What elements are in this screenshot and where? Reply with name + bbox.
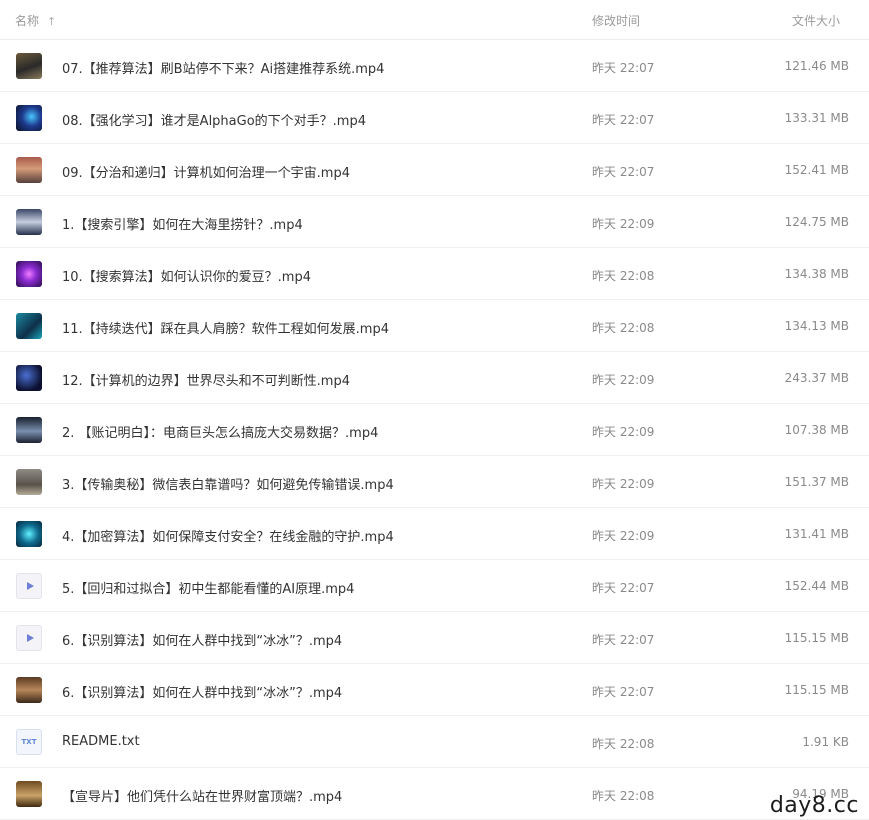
modified-time: 昨天 22:09 — [592, 477, 655, 491]
file-name[interactable]: 11.【持续迭代】踩在具人肩膀？软件工程如何发展.mp4 — [62, 318, 389, 337]
video-file-icon — [16, 625, 42, 651]
modified-time: 昨天 22:08 — [592, 269, 655, 283]
modified-time: 昨天 22:08 — [592, 789, 655, 803]
file-name[interactable]: 6.【识别算法】如何在人群中找到“冰冰”？.mp4 — [62, 682, 342, 701]
file-size: 134.38 MB — [784, 267, 849, 281]
sort-by-modified-header[interactable]: 修改时间 — [592, 12, 640, 29]
file-size: 133.31 MB — [784, 111, 849, 125]
file-name[interactable]: 6.【识别算法】如何在人群中找到“冰冰”？.mp4 — [62, 630, 342, 649]
modified-time: 昨天 22:08 — [592, 321, 655, 335]
video-thumbnail-icon — [16, 781, 42, 807]
video-thumbnail-icon — [16, 209, 42, 235]
file-row[interactable]: 07.【推荐算法】刷B站停不下来？Ai搭建推荐系统.mp4 昨天 22:07 121… — [0, 40, 869, 92]
file-row[interactable]: 11.【持续迭代】踩在具人肩膀？软件工程如何发展.mp4 昨天 22:08 134.… — [0, 300, 869, 352]
modified-time: 昨天 22:09 — [592, 425, 655, 439]
file-name[interactable]: README.txt — [62, 734, 140, 749]
file-name[interactable]: 4.【加密算法】如何保障支付安全？在线金融的守护.mp4 — [62, 526, 394, 545]
file-row[interactable]: 10.【搜索算法】如何认识你的爱豆？.mp4 昨天 22:08 134.38 MB — [0, 248, 869, 300]
file-row[interactable]: 2. 【账记明白】：电商巨头怎么搞庞大交易数据？.mp4 昨天 22:09 107.… — [0, 404, 869, 456]
modified-time: 昨天 22:09 — [592, 217, 655, 231]
modified-time: 昨天 22:07 — [592, 61, 655, 75]
file-name[interactable]: 09.【分治和递归】计算机如何治理一个宇宙.mp4 — [62, 162, 350, 181]
file-row[interactable]: TXT README.txt 昨天 22:08 1.91 KB — [0, 716, 869, 768]
video-thumbnail-icon — [16, 157, 42, 183]
modified-time: 昨天 22:07 — [592, 581, 655, 595]
file-row[interactable]: 08.【强化学习】谁才是AlphaGo的下个对手？.mp4 昨天 22:07 133… — [0, 92, 869, 144]
file-size: 115.15 MB — [784, 683, 849, 697]
modified-time: 昨天 22:09 — [592, 373, 655, 387]
file-row[interactable]: 5.【回归和过拟合】初中生都能看懂的AI原理.mp4 昨天 22:07 152.44… — [0, 560, 869, 612]
file-size: 134.13 MB — [784, 319, 849, 333]
video-thumbnail-icon — [16, 521, 42, 547]
video-thumbnail-icon — [16, 313, 42, 339]
file-name[interactable]: 12.【计算机的边界】世界尽头和不可判断性.mp4 — [62, 370, 350, 389]
file-row[interactable]: 【宣导片】他们凭什么站在世界财富顶端？.mp4 昨天 22:08 94.19 MB — [0, 768, 869, 820]
file-size: 243.37 MB — [784, 371, 849, 385]
video-thumbnail-icon — [16, 105, 42, 131]
file-name[interactable]: 2. 【账记明白】：电商巨头怎么搞庞大交易数据？.mp4 — [62, 422, 378, 441]
txt-file-icon: TXT — [16, 729, 42, 755]
video-thumbnail-icon — [16, 53, 42, 79]
file-name[interactable]: 08.【强化学习】谁才是AlphaGo的下个对手？.mp4 — [62, 110, 366, 129]
file-size: 151.37 MB — [784, 475, 849, 489]
file-name[interactable]: 【宣导片】他们凭什么站在世界财富顶端？.mp4 — [62, 786, 342, 805]
file-row[interactable]: 1.【搜索引擎】如何在大海里捞针？.mp4 昨天 22:09 124.75 MB — [0, 196, 869, 248]
modified-time: 昨天 22:09 — [592, 529, 655, 543]
video-thumbnail-icon — [16, 469, 42, 495]
video-thumbnail-icon — [16, 365, 42, 391]
file-row[interactable]: 4.【加密算法】如何保障支付安全？在线金融的守护.mp4 昨天 22:09 131.… — [0, 508, 869, 560]
file-size: 107.38 MB — [784, 423, 849, 437]
modified-time: 昨天 22:08 — [592, 737, 655, 751]
file-row[interactable]: 6.【识别算法】如何在人群中找到“冰冰”？.mp4 昨天 22:07 115.15 … — [0, 612, 869, 664]
file-name[interactable]: 07.【推荐算法】刷B站停不下来？Ai搭建推荐系统.mp4 — [62, 58, 384, 77]
file-name[interactable]: 10.【搜索算法】如何认识你的爱豆？.mp4 — [62, 266, 311, 285]
file-size: 152.44 MB — [784, 579, 849, 593]
file-size: 131.41 MB — [784, 527, 849, 541]
modified-time: 昨天 22:07 — [592, 685, 655, 699]
video-file-icon — [16, 573, 42, 599]
file-row[interactable]: 12.【计算机的边界】世界尽头和不可判断性.mp4 昨天 22:09 243.37 … — [0, 352, 869, 404]
file-size: 121.46 MB — [784, 59, 849, 73]
video-thumbnail-icon — [16, 677, 42, 703]
file-row[interactable]: 09.【分治和递归】计算机如何治理一个宇宙.mp4 昨天 22:07 152.41 … — [0, 144, 869, 196]
file-list-header: 名称 ↑ 修改时间 文件大小 — [0, 0, 869, 40]
name-column-label: 名称 — [15, 14, 40, 28]
arrow-up-icon: ↑ — [47, 15, 57, 28]
file-size: 152.41 MB — [784, 163, 849, 177]
file-size: 1.91 KB — [802, 735, 849, 749]
modified-time: 昨天 22:07 — [592, 113, 655, 127]
file-row[interactable]: 6.【识别算法】如何在人群中找到“冰冰”？.mp4 昨天 22:07 115.15 … — [0, 664, 869, 716]
file-name[interactable]: 1.【搜索引擎】如何在大海里捞针？.mp4 — [62, 214, 303, 233]
file-name[interactable]: 3.【传输奥秘】微信表白靠谱吗？如何避免传输错误.mp4 — [62, 474, 394, 493]
file-size: 124.75 MB — [784, 215, 849, 229]
sort-by-name-header[interactable]: 名称 ↑ — [15, 12, 56, 29]
video-thumbnail-icon — [16, 261, 42, 287]
file-name[interactable]: 5.【回归和过拟合】初中生都能看懂的AI原理.mp4 — [62, 578, 354, 597]
modified-time: 昨天 22:07 — [592, 165, 655, 179]
sort-by-size-header[interactable]: 文件大小 — [792, 12, 840, 29]
video-thumbnail-icon — [16, 417, 42, 443]
file-list: 07.【推荐算法】刷B站停不下来？Ai搭建推荐系统.mp4 昨天 22:07 121… — [0, 40, 869, 820]
watermark: day8.cc — [769, 793, 859, 818]
txt-badge: TXT — [21, 738, 37, 746]
file-row[interactable]: 3.【传输奥秘】微信表白靠谱吗？如何避免传输错误.mp4 昨天 22:09 151.… — [0, 456, 869, 508]
modified-time: 昨天 22:07 — [592, 633, 655, 647]
file-size: 115.15 MB — [784, 631, 849, 645]
